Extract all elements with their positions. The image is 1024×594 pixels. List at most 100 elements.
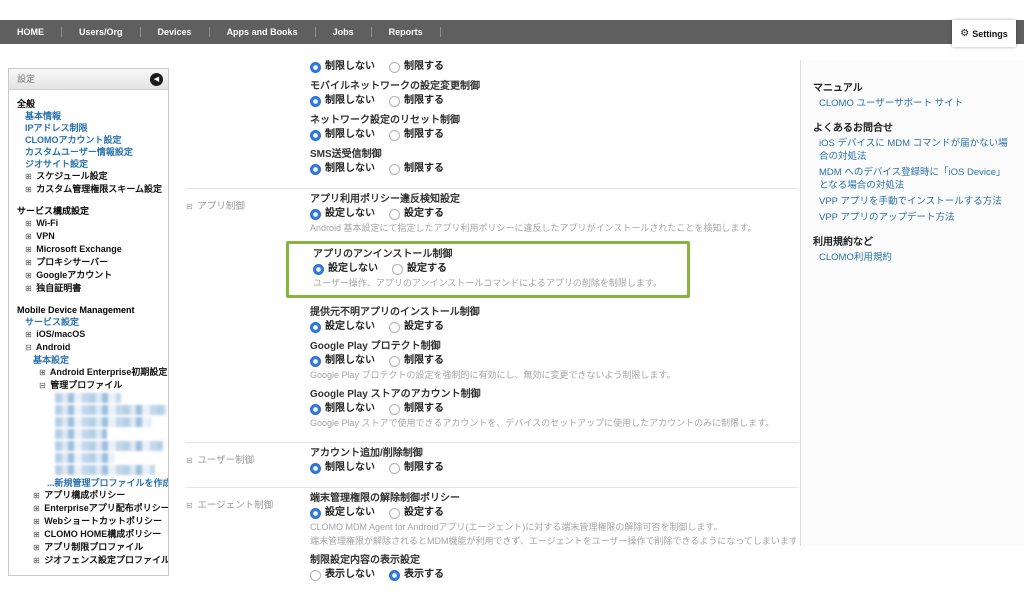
tree-item[interactable]	[55, 453, 115, 463]
help-panel-row[interactable]: iOS デバイスに MDM コマンドが届かない場合の対処法	[819, 137, 1014, 163]
help-panel-row[interactable]: MDM へのデバイス登録時に「iOS Device」となる場合の対処法	[819, 166, 1014, 192]
tree-toggle-icon[interactable]	[33, 517, 40, 526]
radio-option-1[interactable]: 制限しない	[310, 402, 375, 416]
section-collapse-icon[interactable]	[186, 202, 193, 211]
nav-item[interactable]: Apps and Books	[210, 27, 315, 37]
nav-item[interactable]: HOME	[0, 27, 61, 37]
radio-option-1[interactable]: 制限しない	[310, 128, 375, 142]
radio-option-1[interactable]: 表示しない	[310, 568, 375, 582]
nav-item[interactable]: Devices	[141, 27, 209, 37]
radio-option-1[interactable]: 制限しない	[310, 60, 375, 74]
tree-toggle-icon[interactable]	[33, 504, 40, 513]
tree-item[interactable]: Webショートカットポリシー	[9, 515, 168, 528]
top-nav: HOME Users/Org Devices Apps and Books Jo…	[0, 20, 1024, 44]
radio-option-2[interactable]: 設定する	[392, 262, 447, 276]
radio-option-2[interactable]: 制限する	[389, 128, 444, 142]
tree-toggle-icon[interactable]	[25, 232, 32, 241]
tree-toggle-icon[interactable]	[25, 343, 32, 352]
tree-toggle-icon[interactable]	[25, 258, 32, 267]
nav-support-link[interactable]: Support	[902, 8, 937, 18]
tree-item[interactable]: カスタム管理権限スキーム設定	[9, 183, 168, 196]
tree-toggle-icon[interactable]	[25, 245, 32, 254]
tree-item[interactable]: プロキシサーバー	[9, 256, 168, 269]
tree-item[interactable]: 基本設定	[9, 354, 168, 366]
tree-item[interactable]	[55, 465, 155, 475]
nav-item[interactable]: Users/Org	[62, 27, 140, 37]
tree-item[interactable]: CLOMOアカウント設定	[9, 134, 168, 146]
radio-label: 制限する	[404, 60, 444, 74]
radio-option-2[interactable]: 制限する	[389, 162, 444, 176]
tree-item[interactable]: 独自証明書	[9, 282, 168, 295]
help-text: Android 基本設定にて指定したアプリ利用ポリシーに違反したアプリがインスト…	[310, 221, 796, 235]
tree-toggle-icon[interactable]	[25, 185, 32, 194]
section-label-text: ユーザー制御	[197, 455, 254, 466]
tree-toggle-icon[interactable]	[25, 172, 32, 181]
tree-item[interactable]	[55, 405, 167, 415]
tree-toggle-icon[interactable]	[33, 556, 40, 565]
tree-item[interactable]: カスタムユーザー情報設定	[9, 146, 168, 158]
tree-item[interactable]: iOS/macOS	[9, 328, 168, 341]
radio-option-1[interactable]: 設定しない	[310, 506, 375, 520]
nav-item[interactable]: Reports	[372, 27, 440, 37]
tree-item[interactable]: サービス設定	[9, 316, 168, 328]
tree-toggle-icon[interactable]	[25, 284, 32, 293]
radio-option-1[interactable]: 制限しない	[310, 94, 375, 108]
tree-item[interactable]: CLOMO HOME構成ポリシー	[9, 528, 168, 541]
radio-option-2[interactable]: 制限する	[389, 354, 444, 368]
tree-item[interactable]: Android	[9, 341, 168, 354]
section-collapse-icon[interactable]	[186, 456, 193, 465]
tree-item[interactable]	[55, 393, 121, 403]
tree-toggle-icon[interactable]	[25, 219, 32, 228]
radio-option-2[interactable]: 制限する	[389, 461, 444, 475]
tree-item[interactable]: ジオフェンス設定プロファイル	[9, 554, 168, 567]
radio-option-1[interactable]: 制限しない	[310, 354, 375, 368]
tree-item[interactable]	[55, 441, 163, 451]
radio-option-1[interactable]: 設定しない	[310, 207, 375, 221]
tree-item[interactable]	[55, 429, 107, 439]
tree-toggle-icon[interactable]	[33, 530, 40, 539]
tree-item[interactable]: Enterpriseアプリ配布ポリシー	[9, 502, 168, 515]
setting-item: アプリ利用ポリシー違反検知設定 設定しない 設定する Android 基本設定に…	[310, 193, 798, 235]
radio-option-1[interactable]: 制限しない	[310, 162, 375, 176]
radio-icon	[310, 62, 321, 73]
tree-item[interactable]: ...新規管理プロファイルを作成	[9, 477, 168, 489]
tree-item[interactable]: Android Enterprise初期設定...	[9, 366, 168, 379]
section-collapse-icon[interactable]	[186, 501, 193, 510]
nav-settings-tab[interactable]: Settings	[952, 20, 1016, 47]
radio-option-2[interactable]: 設定する	[389, 207, 444, 221]
tree-toggle-icon[interactable]	[39, 381, 46, 390]
tree-item[interactable]: Googleアカウント	[9, 269, 168, 282]
tree-item[interactable]: IPアドレス制限	[9, 122, 168, 134]
radio-option-2[interactable]: 設定する	[389, 506, 444, 520]
tree-item[interactable]: VPN	[9, 230, 168, 243]
tree-item[interactable]: 基本情報	[9, 110, 168, 122]
help-panel-row[interactable]: CLOMO利用規約	[819, 251, 1014, 264]
tree-item[interactable]: Microsoft Exchange	[9, 243, 168, 256]
nav-item[interactable]: Jobs	[316, 27, 371, 37]
help-panel-row[interactable]: VPP アプリのアップデート方法	[819, 211, 1014, 224]
radio-option-2[interactable]: 表示する	[389, 568, 444, 582]
tree-toggle-icon[interactable]	[33, 491, 40, 500]
tree-toggle-icon[interactable]	[33, 543, 40, 552]
radio-option-1[interactable]: 設定しない	[313, 262, 378, 276]
radio-option-2[interactable]: 制限する	[389, 402, 444, 416]
help-panel-row[interactable]: VPP アプリを手動でインストールする方法	[819, 195, 1014, 208]
tree-item[interactable]: スケジュール設定	[9, 170, 168, 183]
tree-toggle-icon[interactable]	[25, 330, 32, 339]
radio-option-2[interactable]: 設定する	[389, 320, 444, 334]
settings-sidebar: 設定 全般 基本情報 IPアドレス制限 CLOMOアカウント設定	[8, 68, 169, 576]
radio-option-2[interactable]: 制限する	[389, 94, 444, 108]
tree-item[interactable]: アプリ制限プロファイル	[9, 541, 168, 554]
radio-option-1[interactable]: 制限しない	[310, 461, 375, 475]
tree-item[interactable]	[55, 417, 151, 427]
radio-option-2[interactable]: 制限する	[389, 60, 444, 74]
tree-item[interactable]: Wi-Fi	[9, 217, 168, 230]
sidebar-collapse-button[interactable]	[150, 73, 163, 86]
tree-item[interactable]: ジオサイト設定	[9, 158, 168, 170]
tree-toggle-icon[interactable]	[39, 368, 46, 377]
help-panel-row[interactable]: CLOMO ユーザーサポート サイト	[819, 97, 1014, 110]
tree-item[interactable]: 管理プロファイル	[9, 379, 168, 392]
tree-toggle-icon[interactable]	[25, 271, 32, 280]
tree-item[interactable]: アプリ構成ポリシー	[9, 489, 168, 502]
radio-option-1[interactable]: 設定しない	[310, 320, 375, 334]
